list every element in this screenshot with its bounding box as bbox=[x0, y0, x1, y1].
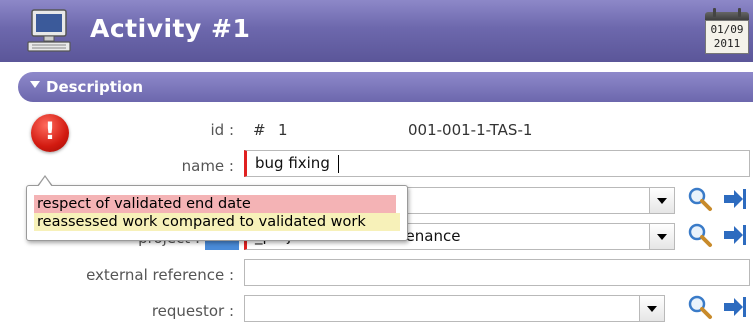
name-label: name : bbox=[181, 157, 234, 175]
requestor-select[interactable] bbox=[244, 295, 665, 322]
id-number: 1 bbox=[278, 121, 288, 139]
chevron-down-icon[interactable] bbox=[649, 188, 674, 213]
name-value: bug fixing bbox=[255, 154, 330, 172]
alert-tooltip: respect of validated end date reassessed… bbox=[26, 185, 408, 241]
page-header: Activity #1 01/09 2011 bbox=[0, 0, 753, 62]
tooltip-alert-line: respect of validated end date bbox=[34, 195, 396, 213]
requestor-label: requestor : bbox=[151, 302, 234, 320]
calendar-icon[interactable]: 01/09 2011 bbox=[705, 6, 749, 54]
goto-icon[interactable] bbox=[722, 222, 748, 248]
chevron-down-icon[interactable] bbox=[649, 224, 674, 249]
calendar-ring bbox=[713, 8, 716, 17]
page-title: Activity #1 bbox=[90, 14, 251, 43]
id-label: id : bbox=[210, 121, 234, 139]
collapse-arrow-icon[interactable] bbox=[30, 81, 40, 88]
goto-icon[interactable] bbox=[722, 294, 748, 320]
search-icon[interactable] bbox=[687, 222, 713, 248]
chevron-down-icon[interactable] bbox=[639, 296, 664, 321]
search-icon[interactable] bbox=[687, 186, 713, 212]
tooltip-tail-inner bbox=[38, 177, 52, 187]
id-hash: # bbox=[253, 121, 266, 139]
external-reference-field[interactable] bbox=[244, 259, 750, 286]
calendar-date: 01/09 bbox=[710, 23, 744, 36]
id-reference: 001-001-1-TAS-1 bbox=[408, 121, 533, 139]
external-reference-label: external reference : bbox=[86, 266, 234, 284]
text-cursor bbox=[338, 155, 339, 173]
section-description-header[interactable]: Description bbox=[18, 72, 753, 102]
name-field[interactable]: bug fixing bbox=[244, 150, 750, 177]
goto-icon[interactable] bbox=[722, 186, 748, 212]
tooltip-warning-line: reassessed work compared to validated wo… bbox=[34, 213, 400, 231]
search-icon[interactable] bbox=[687, 294, 713, 320]
calendar-ring bbox=[738, 8, 741, 17]
section-title: Description bbox=[46, 78, 144, 96]
computer-icon bbox=[27, 9, 71, 52]
calendar-year: 2011 bbox=[713, 37, 741, 50]
alert-icon[interactable]: ! bbox=[31, 114, 69, 152]
